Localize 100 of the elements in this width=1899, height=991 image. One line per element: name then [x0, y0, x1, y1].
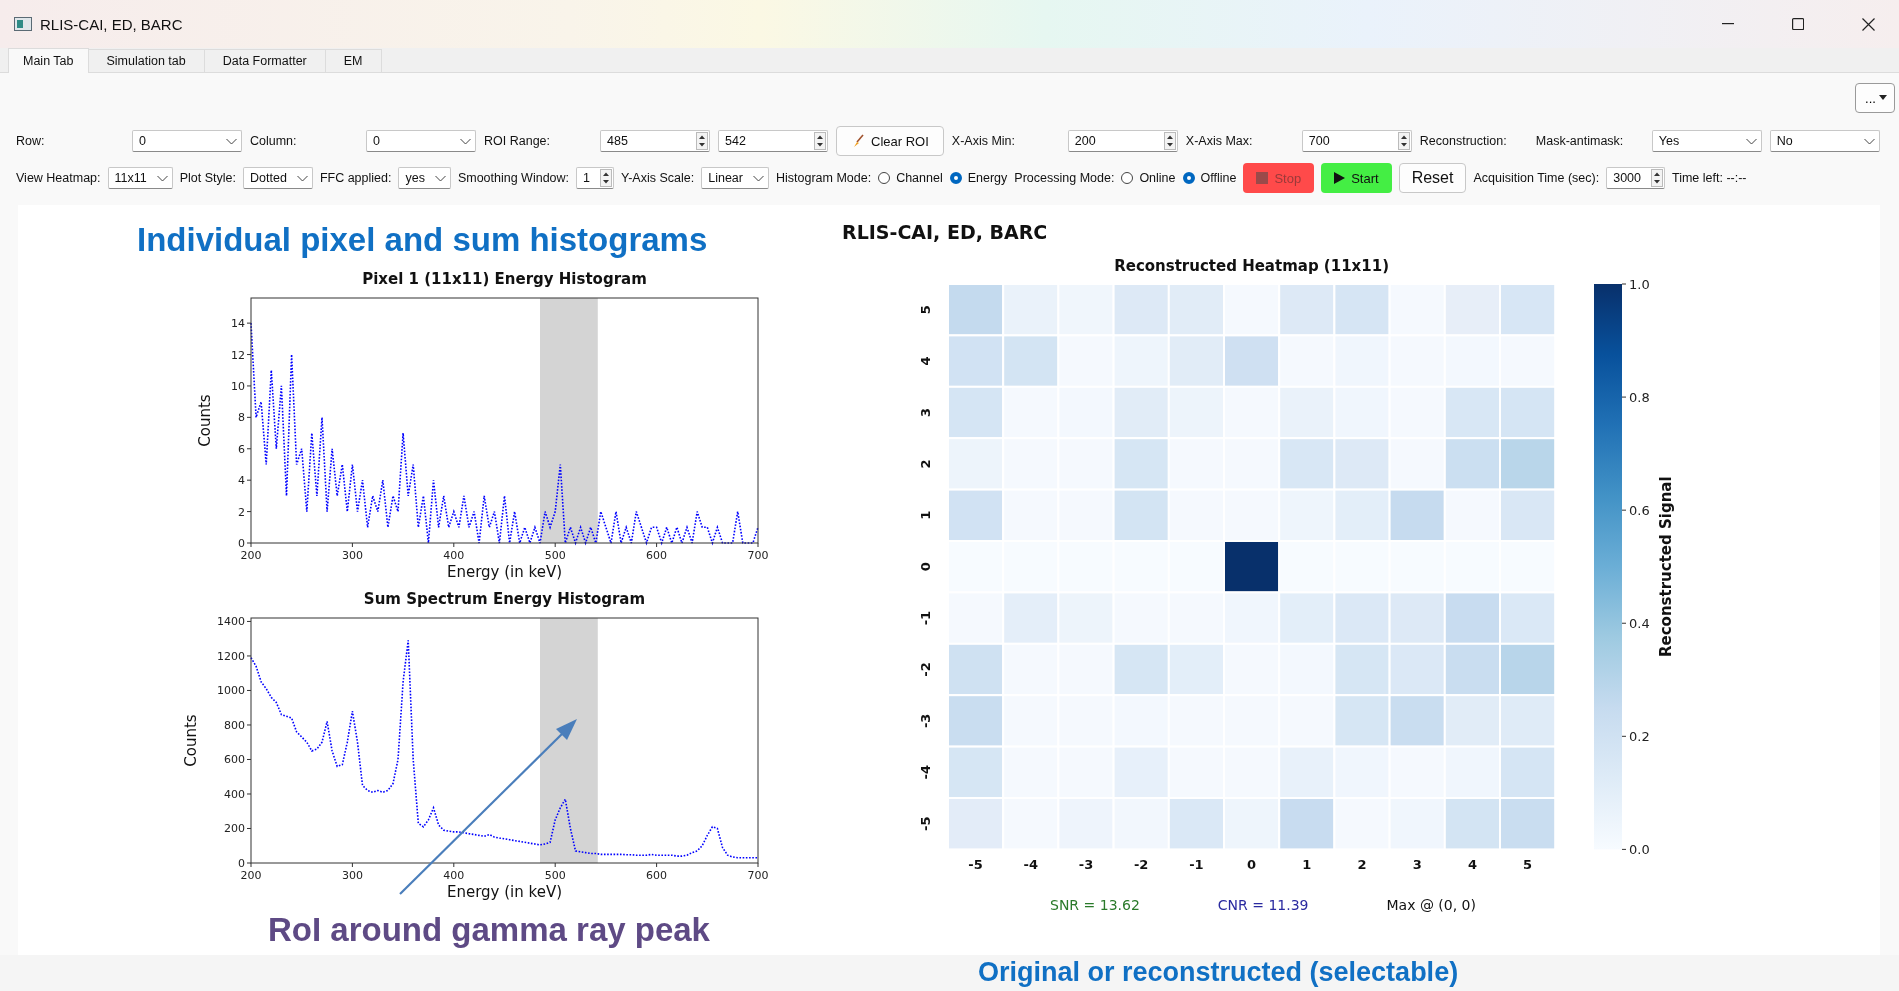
axis-tick: 14 [231, 317, 252, 331]
tab[interactable]: EM [324, 49, 382, 72]
annotation-text: Individual pixel and sum histograms [136, 220, 709, 260]
field-label: View Heatmap: [16, 171, 101, 185]
x-tick-label: 300 [341, 869, 363, 882]
axis-label: -4 [918, 765, 933, 780]
y-tick-label: 8 [238, 411, 245, 425]
axis-label: -3 [1078, 857, 1094, 873]
dropdown[interactable]: 0 [366, 130, 476, 152]
y-tick-label: 2 [238, 505, 245, 519]
field-label: Histogram Mode: [775, 171, 872, 185]
axis-label: -5 [918, 816, 933, 831]
y-tick-label: 400 [224, 787, 245, 801]
field-label: Processing Mode: [1014, 171, 1115, 185]
axis-title: Counts [182, 714, 200, 767]
axis-label: -4 [1023, 857, 1039, 873]
y-tick-label: 200 [224, 822, 245, 836]
axis-tick: 6 [238, 442, 252, 456]
spin-box[interactable]: 485 [600, 130, 710, 152]
axis-tick: 0 [238, 857, 252, 870]
spin-box[interactable]: 200 [1067, 130, 1178, 152]
y-tick-label: 6 [238, 442, 245, 456]
axis-tick: 400 [443, 862, 465, 882]
chevron-icon [752, 174, 764, 182]
axis-tick: 1400 [217, 615, 252, 629]
spin-box[interactable]: 542 [718, 130, 828, 152]
axis-label: 3 [918, 408, 933, 417]
axis-tick: 4 [238, 474, 252, 488]
x-tick-label: 400 [443, 549, 465, 562]
y-tick-label: 1000 [217, 684, 245, 698]
axis-tick: 0.6 [1621, 503, 1650, 519]
x-tick-label: 400 [443, 869, 465, 882]
axis-label: 0 [1247, 857, 1257, 873]
field-label: Y-Axis Scale: [621, 171, 695, 185]
dropdown[interactable]: Yes [1651, 130, 1762, 152]
caret-icon [1878, 95, 1887, 101]
spin-arrows-icon [1397, 132, 1410, 150]
axis-label: 4 [918, 356, 933, 366]
chevron-icon [1745, 137, 1757, 145]
y-tick-label: 0 [238, 537, 245, 550]
spin-arrows-icon [600, 169, 612, 187]
spin-box[interactable]: 3000 [1606, 167, 1665, 189]
dropdown[interactable]: yes [398, 167, 451, 189]
tab[interactable]: Main Tab [8, 48, 89, 73]
play-icon [1334, 172, 1346, 184]
x-tick-label: 700 [747, 549, 769, 562]
radio-button[interactable]: Offline [1182, 171, 1237, 185]
axis-tick: 400 [224, 788, 252, 801]
chevron-icon [460, 137, 471, 145]
axis-tick: 12 [231, 348, 252, 362]
minimize-icon [1722, 23, 1734, 25]
text-button[interactable]: Reset [1398, 163, 1467, 193]
axis-label: 2 [1357, 857, 1367, 873]
clear-button[interactable]: Clear ROI [836, 126, 944, 156]
radio-button[interactable]: Online [1121, 171, 1176, 185]
axis-label: 4 [1467, 857, 1477, 873]
y-tick-label: 600 [224, 753, 245, 767]
y-tick-label: 10 [231, 379, 245, 393]
axis-label: -1 [918, 610, 933, 626]
dropdown[interactable]: Dotted [243, 167, 313, 189]
axis-tick: 300 [341, 542, 363, 562]
axis-tick: 600 [224, 753, 252, 767]
field-label: FFC applied: [319, 171, 392, 185]
start-button[interactable]: Start [1321, 163, 1392, 193]
axis-label: -2 [1133, 857, 1149, 873]
dropdown[interactable]: Linear [701, 167, 769, 189]
spin-box[interactable]: 700 [1301, 130, 1412, 152]
stat-text: SNR = 13.62 [1050, 897, 1140, 913]
spin-arrows-icon [1651, 169, 1663, 187]
radio-button[interactable]: Channel [878, 171, 943, 185]
annotation-text: Original or reconstructed (selectable) [977, 956, 1459, 989]
field-label: Plot Style: [179, 171, 237, 185]
field-label: Row: [16, 134, 46, 148]
field-label: Reconstruction: [1419, 134, 1508, 148]
spin-arrows-icon [696, 132, 708, 150]
spin-box[interactable]: 1 [576, 167, 614, 189]
axis-tick: 0.4 [1621, 616, 1650, 632]
axis-tick: 600 [646, 862, 668, 882]
y-tick-label: 14 [231, 317, 245, 331]
chart-title: Reconstructed Heatmap (11x11) [1114, 257, 1389, 275]
more-button[interactable]: ... [1855, 83, 1895, 113]
y-tick-label: 800 [224, 718, 245, 732]
chart-title: Sum Spectrum Energy Histogram [363, 590, 646, 608]
chevron-icon [434, 174, 446, 182]
dropdown[interactable]: 0 [132, 130, 242, 152]
x-tick-label: 500 [544, 549, 566, 562]
dropdown[interactable]: 11x11 [107, 167, 173, 189]
field-label: ROI Range: [484, 134, 551, 148]
axis-tick: 0 [238, 537, 252, 550]
axis-tick: 10 [231, 379, 252, 393]
dropdown[interactable]: No [1769, 130, 1880, 152]
axis-tick: 500 [544, 542, 566, 562]
chevron-icon [296, 174, 308, 182]
x-tick-label: 700 [747, 869, 769, 882]
close-icon [1861, 17, 1875, 31]
radio-button[interactable]: Energy [949, 171, 1008, 185]
field-label: Time left: --:-- [1672, 171, 1747, 185]
field-label: Acquisition Time (sec): [1473, 171, 1600, 185]
chevron-icon [156, 174, 168, 182]
axis-tick: 0.2 [1621, 729, 1650, 745]
